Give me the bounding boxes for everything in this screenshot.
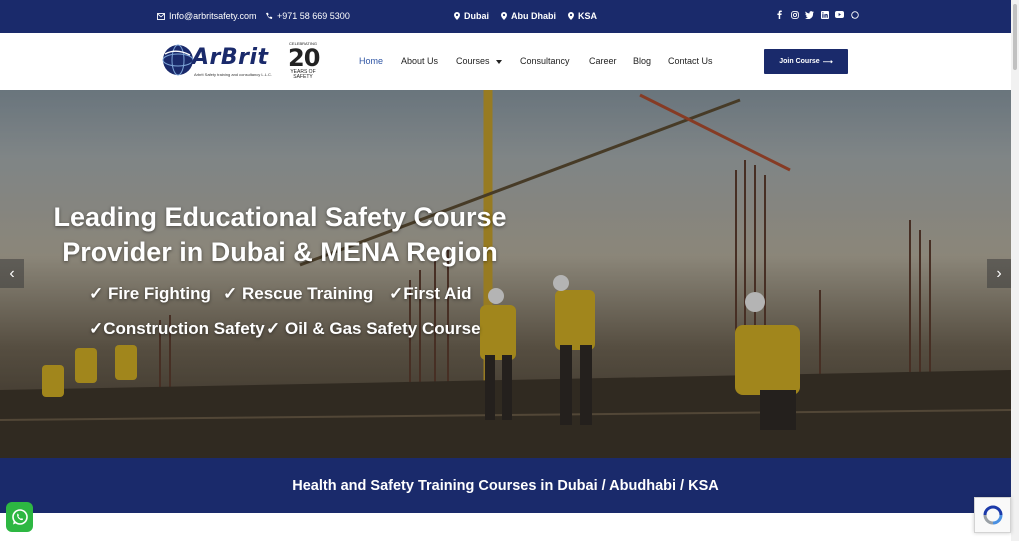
nav-courses-label: Courses xyxy=(456,56,490,66)
chevron-right-icon: › xyxy=(996,264,1002,282)
map-pin-icon xyxy=(568,12,574,20)
location-label: KSA xyxy=(578,11,598,21)
whatsapp-icon xyxy=(11,509,28,525)
badge-number: 20 xyxy=(288,44,320,72)
envelope-icon xyxy=(157,12,165,20)
bullet-first-aid: ✓First Aid xyxy=(389,284,472,303)
20-years-badge: CELEBRATING 20 YEARS OF SAFETY xyxy=(288,41,320,85)
location-label: Abu Dhabi xyxy=(511,11,556,21)
nav-blog[interactable]: Blog xyxy=(633,56,651,66)
logo-subtitle: Arbrit Safety training and consultancy L… xyxy=(194,72,273,77)
badge-bottom-text-2: SAFETY xyxy=(293,74,313,80)
slider-next-button[interactable]: › xyxy=(987,259,1011,288)
hero-overlay xyxy=(0,90,1011,458)
whatsapp-icon[interactable] xyxy=(850,10,859,19)
hero-slider: Leading Educational Safety Course Provid… xyxy=(0,90,1011,458)
location-label: Dubai xyxy=(464,11,490,21)
youtube-icon[interactable] xyxy=(835,10,844,19)
phone-icon xyxy=(265,12,273,20)
globe-logo-icon xyxy=(162,44,194,76)
hero-headline: Leading Educational Safety Course Provid… xyxy=(40,200,520,270)
location-ksa[interactable]: KSA xyxy=(568,11,597,21)
courses-banner: Health and Safety Training Courses in Du… xyxy=(0,458,1011,513)
nav-courses[interactable]: Courses xyxy=(456,56,503,66)
join-course-button[interactable]: Join Course ⟶ xyxy=(764,49,848,74)
arrow-right-icon: ⟶ xyxy=(822,58,833,66)
page-scrollbar[interactable] xyxy=(1011,0,1019,541)
recaptcha-badge[interactable] xyxy=(974,497,1011,533)
hero-headline-line-1: Leading Educational Safety Course xyxy=(53,202,507,232)
twitter-icon[interactable] xyxy=(805,10,814,19)
scrollbar-thumb[interactable] xyxy=(1013,4,1017,70)
instagram-icon[interactable] xyxy=(790,10,799,19)
caret-down-icon xyxy=(496,59,503,64)
join-course-label: Join Course xyxy=(779,58,820,65)
nav-contact-us[interactable]: Contact Us xyxy=(668,56,713,66)
site-logo[interactable]: ArBrit Arbrit Safety training and consul… xyxy=(162,41,320,85)
map-pin-icon xyxy=(454,12,460,20)
hero-headline-line-2: Provider in Dubai & MENA Region xyxy=(62,237,498,267)
nav-consultancy[interactable]: Consultancy xyxy=(520,56,570,66)
email-link[interactable]: Info@arbritsafety.com xyxy=(157,11,257,21)
facebook-icon[interactable] xyxy=(775,10,784,19)
email-text: Info@arbritsafety.com xyxy=(169,11,257,21)
logo-wordmark: ArBrit xyxy=(192,45,269,70)
bullet-fire-fighting: ✓ Fire Fighting xyxy=(89,284,211,303)
nav-career[interactable]: Career xyxy=(589,56,617,66)
recaptcha-icon xyxy=(983,505,1002,525)
banner-title: Health and Safety Training Courses in Du… xyxy=(292,477,719,494)
phone-text: +971 58 669 5300 xyxy=(277,11,350,21)
site-header: ArBrit Arbrit Safety training and consul… xyxy=(0,33,1011,90)
bullet-oil-gas-safety: ✓ Oil & Gas Safety Course xyxy=(266,319,481,338)
top-bar: Info@arbritsafety.com +971 58 669 5300 D… xyxy=(0,0,1011,33)
nav-about-us[interactable]: About Us xyxy=(401,56,438,66)
bullet-rescue-training: ✓ Rescue Training xyxy=(223,284,374,303)
map-pin-icon xyxy=(501,12,507,20)
location-dubai[interactable]: Dubai xyxy=(454,11,489,21)
whatsapp-chat-button[interactable] xyxy=(6,502,33,532)
linkedin-icon[interactable] xyxy=(820,10,829,19)
phone-link[interactable]: +971 58 669 5300 xyxy=(265,11,350,21)
chevron-left-icon: ‹ xyxy=(9,264,15,282)
nav-home[interactable]: Home xyxy=(359,56,383,66)
location-abu-dhabi[interactable]: Abu Dhabi xyxy=(501,11,556,21)
bullet-construction-safety: ✓Construction Safety xyxy=(89,319,265,338)
social-links xyxy=(775,10,859,19)
slider-prev-button[interactable]: ‹ xyxy=(0,259,24,288)
